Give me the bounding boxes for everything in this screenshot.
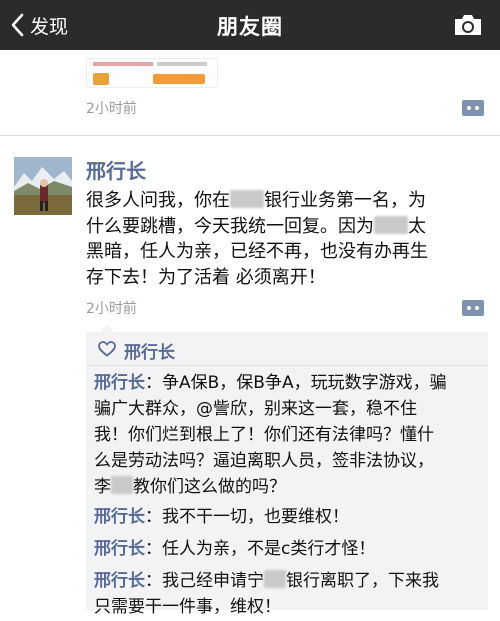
likes-row: 邢行长 (86, 332, 488, 366)
post-line: 什么要跳槽，今天我统一回复。因为 太 (86, 214, 492, 240)
thumbnail-app-icon (93, 73, 109, 85)
comment-text: 争A保B，保B争A，玩玩数字游戏，骗 (162, 373, 447, 393)
comment-line: 么是劳动法吗？逼迫离职人员，签非法协议， (94, 451, 434, 471)
comment-separator: ： (145, 571, 162, 591)
shared-link-thumbnail[interactable] (86, 58, 218, 88)
redaction-blur (264, 570, 286, 588)
camera-icon[interactable] (452, 13, 484, 37)
post-text-segment: 很多人问我，你在 (86, 190, 230, 211)
thumbnail-text-line (157, 62, 207, 66)
comment-separator: ： (145, 507, 162, 527)
comment-text: 银行离职了，下来我 (286, 571, 439, 591)
more-dots-icon[interactable] (462, 300, 484, 316)
post-text-segment: 存下去！为了活着 必须离开！ (86, 266, 326, 288)
comment-item[interactable]: 邢行长：争A保B，保B争A，玩玩数字游戏，骗 骗广大群众，@訾欣，别来这一套，稳… (94, 370, 486, 500)
post-author-name[interactable]: 邢行长 (86, 155, 146, 184)
comment-separator: ： (145, 373, 162, 393)
thumbnail-button (153, 74, 205, 84)
comment-line: 邢行长：我己经申请宁 银行离职了，下来我 (94, 568, 486, 594)
comment-line: 我！你们烂到根上了！你们还有法律吗？懂什 (94, 425, 434, 445)
post-text-segment: 黑暗，任人为亲，已经不再，也没有办再生 (86, 241, 428, 262)
comment-separator: ： (145, 539, 162, 559)
comment-item[interactable]: 邢行长：我不干一切，也要维权！ (94, 504, 486, 530)
post-line: 很多人问我，你在 银行业务第一名，为 (86, 188, 492, 214)
avatar[interactable] (14, 157, 72, 215)
post-text-segment: 太 (408, 215, 426, 237)
comment-text: 教你们这么做的吗？ (133, 477, 286, 497)
comment-text: 我不干一切，也要维权！ (162, 507, 349, 527)
thumbnail-text-line (93, 62, 153, 66)
redaction-blur (374, 215, 408, 234)
redaction-blur (111, 476, 133, 494)
more-dots-icon[interactable] (462, 100, 484, 116)
post-line: 存下去！为了活着 必须离开！ (86, 265, 492, 291)
page-title: 朋友圈 (217, 15, 283, 39)
post-line: 黑暗，任人为亲，已经不再，也没有办再生 (86, 239, 492, 265)
comments-box: 邢行长 邢行长：争A保B，保B争A，玩玩数字游戏，骗 骗广大群众，@訾欣，别来这… (86, 325, 488, 617)
comment-text: 任人为亲，不是c类行才怪！ (162, 539, 376, 559)
heart-icon (98, 341, 116, 357)
post-text: 很多人问我，你在 银行业务第一名，为 什么要跳槽，今天我统一回复。因为 太 黑暗，任… (86, 188, 492, 290)
comment-author[interactable]: 邢行长 (94, 373, 145, 393)
post-timestamp: 2小时前 (86, 101, 137, 117)
like-user-name[interactable]: 邢行长 (124, 338, 175, 363)
avatar-image (14, 157, 72, 215)
comment-line: 只需要干一件事，维权！ (94, 597, 281, 617)
top-nav-bar: 发现 朋友圈 (0, 0, 500, 50)
comment-author[interactable]: 邢行长 (94, 571, 145, 591)
post-text-segment: 银行业务第一名，为 (264, 190, 426, 211)
comment-item[interactable]: 邢行长：任人为亲，不是c类行才怪！ (94, 536, 486, 562)
comment-item[interactable]: 邢行长：我己经申请宁 银行离职了，下来我 只需要干一件事，维权！ (94, 568, 486, 620)
comment-text: 我己经申请宁 (162, 571, 264, 591)
previous-post: 2小时前 (0, 50, 500, 136)
comment-text: 李 (94, 477, 111, 497)
comment-author[interactable]: 邢行长 (94, 539, 145, 559)
comment-author[interactable]: 邢行长 (94, 507, 145, 527)
redaction-blur (230, 190, 264, 208)
comment-line: 骗广大群众，@訾欣，别来这一套，稳不住 (94, 399, 417, 419)
post-text-segment: 什么要跳槽，今天我统一回复。因为 (86, 215, 374, 237)
comment-line: 李 教你们这么做的吗？ (94, 474, 486, 500)
comment-line: 邢行长：争A保B，保B争A，玩玩数字游戏，骗 (94, 370, 486, 396)
post-timestamp: 2小时前 (86, 301, 137, 317)
